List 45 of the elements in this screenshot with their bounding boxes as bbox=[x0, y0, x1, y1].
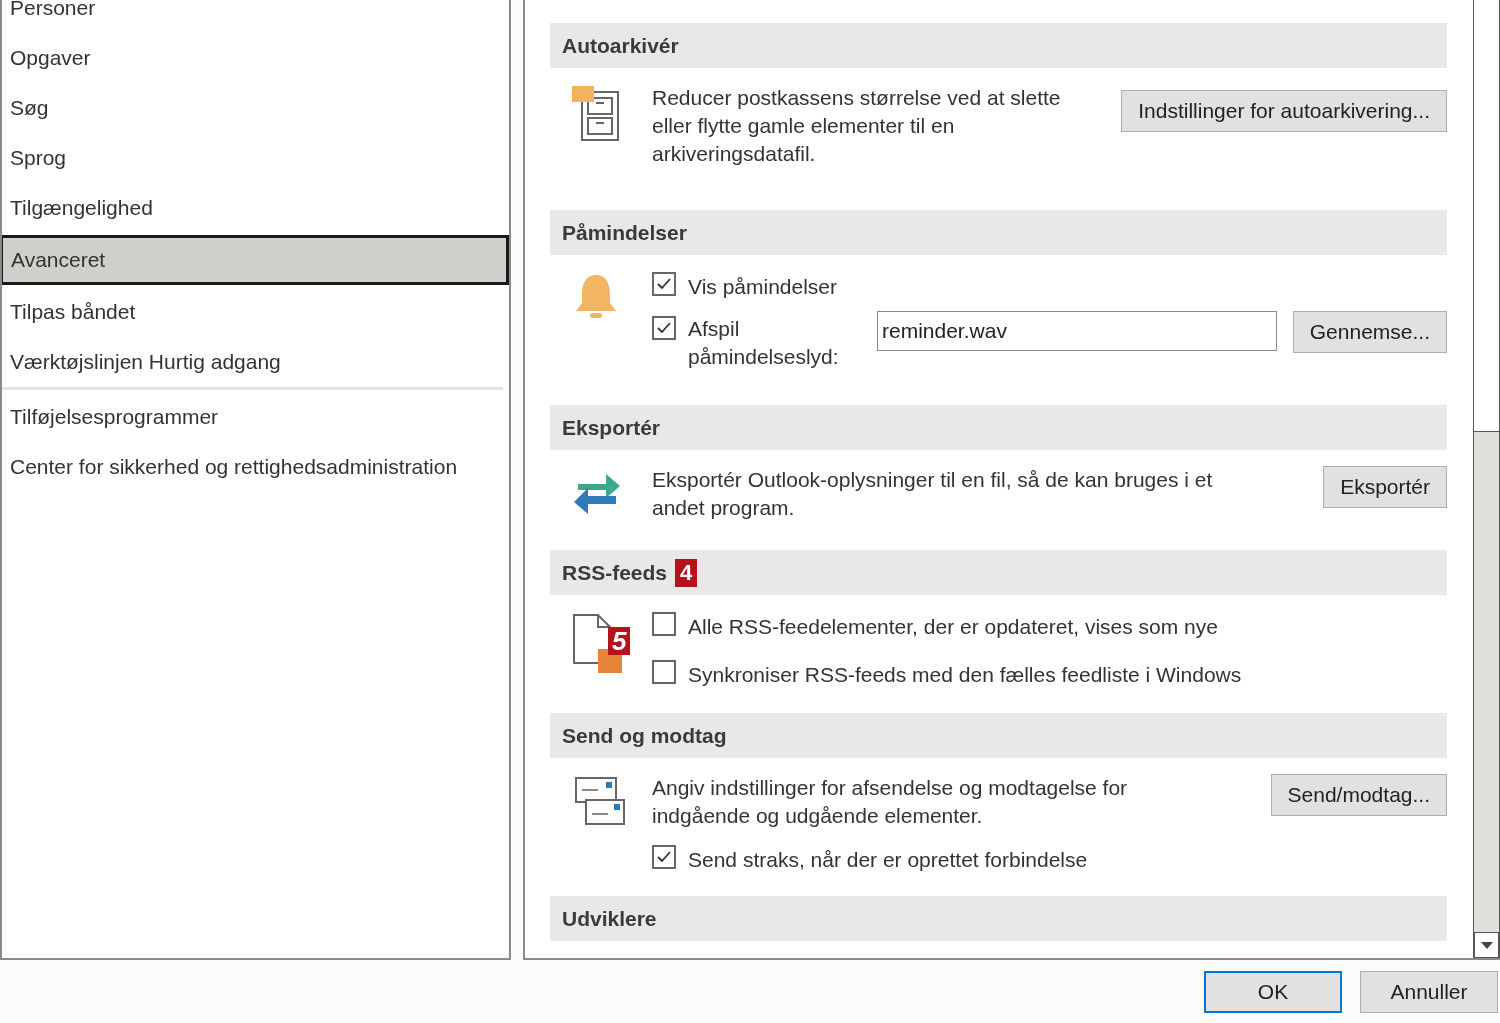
checkbox-label: Alle RSS-feedelementer, der er opdateret, vises som nye bbox=[688, 614, 1218, 640]
category-item[interactable]: Personer bbox=[2, 0, 509, 33]
section-title: Udviklere bbox=[562, 905, 657, 932]
checkbox-label: Send straks, når der er oprettet forbindelse bbox=[688, 847, 1088, 873]
category-item[interactable]: Sprog bbox=[2, 133, 509, 183]
section-description: Angiv indstillinger for afsendelse og modtagelse for indgående og udgående elementer. bbox=[652, 775, 1129, 829]
category-item[interactable]: Avanceret bbox=[2, 235, 509, 285]
section-title: RSS-feeds bbox=[562, 559, 668, 586]
check-icon bbox=[656, 276, 672, 292]
envelopes-icon bbox=[572, 776, 626, 828]
category-item[interactable]: Værktøjslinjen Hurtig adgang bbox=[2, 337, 509, 387]
check-icon bbox=[656, 849, 672, 865]
section-description: Eksportér Outlook-oplysninger til en fil, så de kan bruges i et andet program. bbox=[652, 467, 1214, 521]
dialog-button[interactable]: Indstillinger for autoarkivering... bbox=[1121, 90, 1447, 132]
dialog-button[interactable]: OK bbox=[1204, 970, 1342, 1013]
category-item[interactable]: Tilgængelighed bbox=[2, 183, 509, 233]
dialog-button[interactable]: Annuller bbox=[1360, 970, 1498, 1013]
down-arrow-icon bbox=[1480, 941, 1493, 949]
scroll-down-button[interactable] bbox=[1474, 932, 1499, 958]
dialog-button[interactable]: Gennemse... bbox=[1292, 310, 1447, 353]
category-item[interactable]: Tilpas båndet bbox=[2, 287, 509, 337]
file-cabinet-icon bbox=[572, 86, 622, 144]
scrollbar[interactable] bbox=[1473, 0, 1500, 958]
dialog-button[interactable]: Eksportér bbox=[1323, 466, 1447, 508]
checkbox[interactable] bbox=[652, 659, 676, 684]
section-title: Send og modtag bbox=[562, 722, 727, 749]
dialog-button[interactable]: Send/modtag... bbox=[1270, 774, 1447, 816]
checkbox[interactable] bbox=[652, 315, 676, 340]
category-item[interactable]: Tilføjelsesprogrammer bbox=[2, 392, 503, 442]
checkbox[interactable] bbox=[652, 845, 676, 869]
category-item[interactable]: Opgaver bbox=[2, 33, 509, 83]
category-item[interactable]: Søg bbox=[2, 83, 509, 133]
section-title: Autoarkivér bbox=[562, 32, 679, 59]
category-item[interactable]: Center for sikkerhed og rettighedsadministration bbox=[2, 442, 503, 492]
section-description: Reducer postkassens størrelse ved at slette eller flytte gamle elementer til en arkiveringsdatafil. bbox=[652, 85, 1062, 167]
checkbox-label: Vis påmindelser bbox=[688, 274, 838, 300]
checkbox[interactable] bbox=[652, 612, 676, 636]
sound-file-field[interactable]: reminder.wav bbox=[877, 310, 1277, 351]
section-title: Eksportér bbox=[562, 414, 661, 441]
checkbox[interactable] bbox=[652, 272, 676, 296]
callout-badge: 4 bbox=[675, 558, 698, 587]
callout-badge: 5 bbox=[608, 627, 631, 655]
section-title: Påmindelser bbox=[562, 219, 687, 246]
checkbox-label: Afspil påmindelseslyd: bbox=[688, 315, 840, 370]
checkbox-label: Synkroniser RSS-feeds med den fælles feedliste i Windows bbox=[688, 661, 1242, 688]
